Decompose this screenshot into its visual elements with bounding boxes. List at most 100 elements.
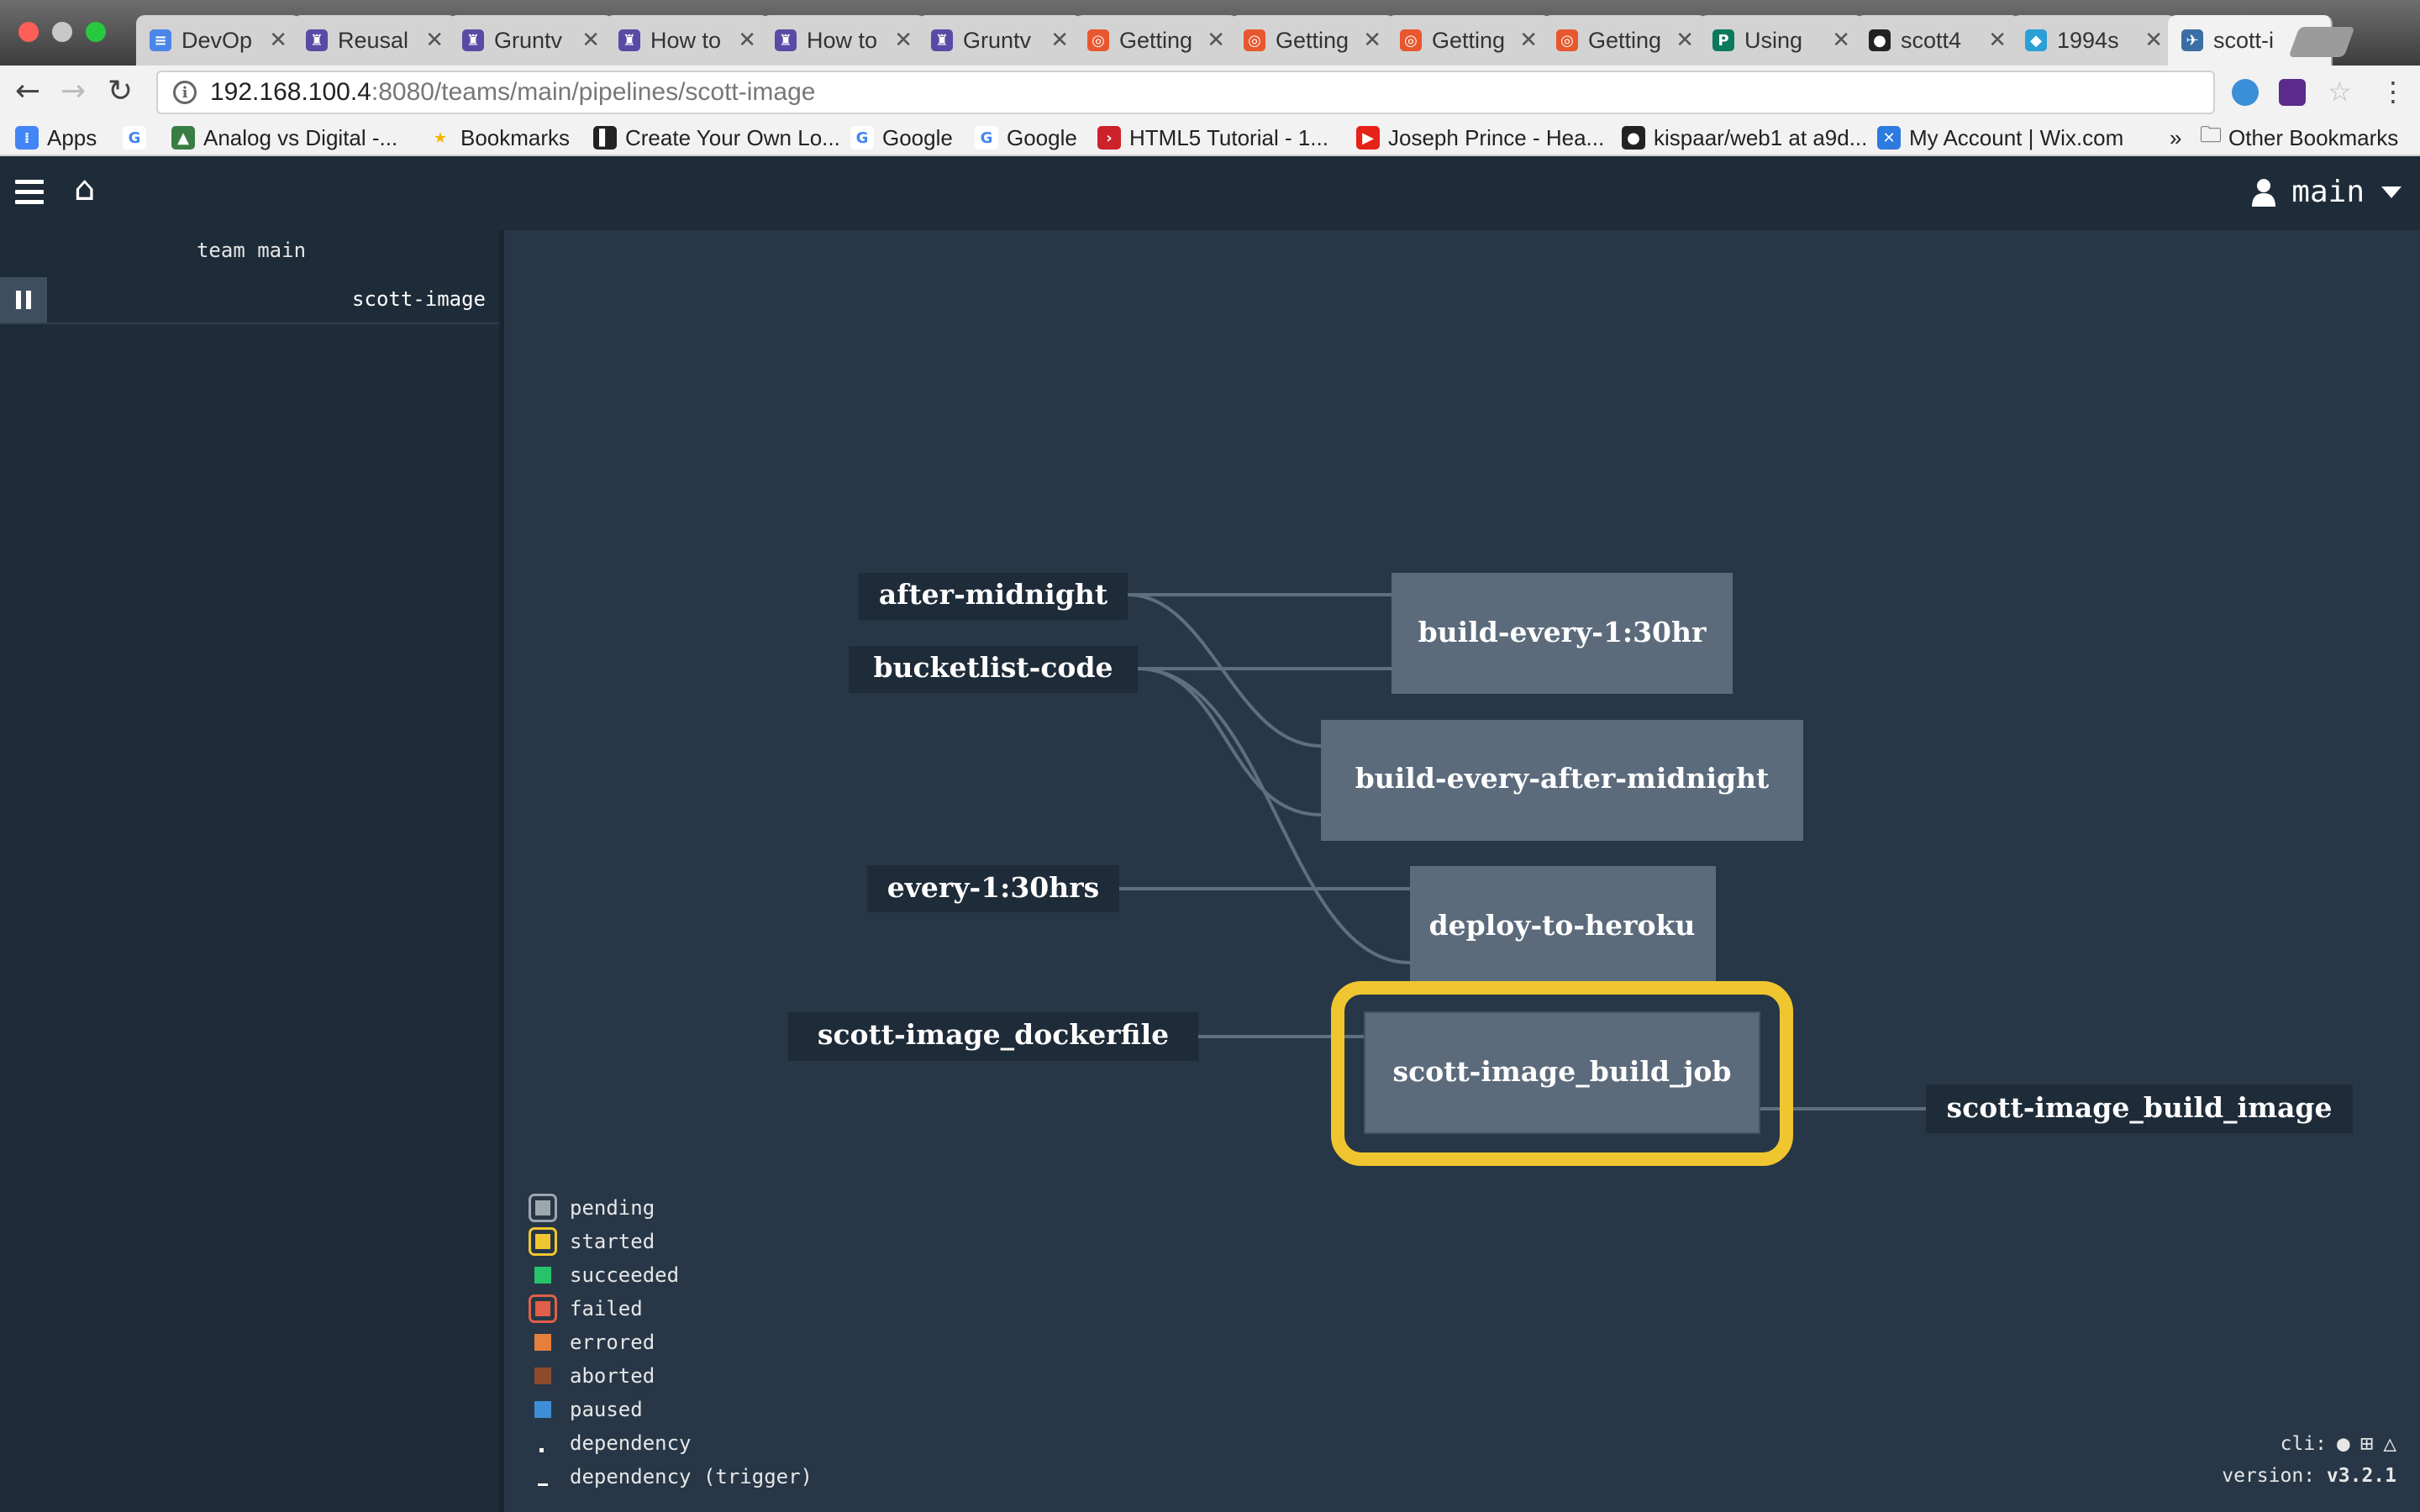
sidebar-divider	[499, 230, 504, 1512]
user-menu[interactable]: main	[2251, 175, 2402, 209]
chevron-down-icon	[2381, 186, 2402, 198]
legend-label: errored	[570, 1331, 655, 1354]
tab-8[interactable]: ◎ Getting ✕	[1386, 15, 1551, 66]
resource-scott-image-build-image[interactable]: scott-image_build_image	[1926, 1084, 2353, 1133]
tab-4[interactable]: ♜ How to ✕	[761, 15, 926, 66]
tab-close-icon[interactable]: ✕	[894, 28, 913, 53]
resource-label: scott-image_build_image	[1947, 1091, 2333, 1124]
other-bookmarks-folder[interactable]: 🗀 Other Bookmarks	[2200, 121, 2398, 155]
legend-label: succeeded	[570, 1263, 680, 1287]
tab-close-icon[interactable]: ✕	[1519, 28, 1538, 53]
close-window-button[interactable]	[18, 22, 39, 42]
windows-icon[interactable]: ⊞	[2360, 1431, 2374, 1457]
bookmark-item[interactable]: ● kispaar/web1 at a9d...	[1622, 121, 1867, 155]
tab-close-icon[interactable]: ✕	[1207, 28, 1225, 53]
legend-label: failed	[570, 1297, 643, 1320]
bookmark-item[interactable]: › HTML5 Tutorial - 1...	[1097, 121, 1328, 155]
tab-close-icon[interactable]: ✕	[1988, 28, 2007, 53]
star-icon[interactable]: ☆	[2328, 76, 2352, 108]
hamburger-icon[interactable]	[15, 180, 44, 205]
bookmarks-overflow-button[interactable]: »	[2170, 121, 2181, 155]
tab-close-icon[interactable]: ✕	[1363, 28, 1381, 53]
tab-close-icon[interactable]: ✕	[581, 28, 600, 53]
legend-swatch-icon	[526, 1426, 560, 1460]
reload-button[interactable]: ↻	[108, 74, 133, 108]
home-icon[interactable]: ⌂	[74, 170, 95, 208]
tab-3[interactable]: ♜ How to ✕	[605, 15, 770, 66]
extension-icon[interactable]	[2279, 79, 2306, 106]
tab-strip: ≡ DevOp ✕ ♜ Reusal ✕ ♜ Gruntv ✕ ♜ How to ✕ ♜ How to ✕ ♜…	[136, 15, 2405, 66]
job-scott-image-build-job[interactable]: scott-image_build_job	[1331, 981, 1793, 1166]
sidebar-item-scott-image[interactable]: scott-image	[0, 277, 502, 324]
bookmark-item[interactable]: ⁞ Apps	[15, 121, 97, 155]
bookmark-item[interactable]: G	[123, 121, 155, 155]
job-deploy-to-heroku[interactable]: deploy-to-heroku	[1410, 866, 1716, 987]
minimize-window-button[interactable]	[52, 22, 72, 42]
tab-favicon-icon: ●	[1869, 29, 1891, 51]
legend-item-errored: errored	[526, 1326, 655, 1359]
bookmark-item[interactable]: ✕ My Account | Wix.com	[1877, 121, 2123, 155]
back-button[interactable]: ←	[15, 74, 40, 108]
tab-11[interactable]: ● scott4 ✕	[1855, 15, 2020, 66]
legend-item-started: started	[526, 1225, 655, 1258]
pause-icon	[16, 291, 21, 309]
legend-label: pending	[570, 1196, 655, 1220]
tab-favicon-icon: P	[1712, 29, 1734, 51]
bookmark-item[interactable]: ★ Bookmarks	[429, 121, 570, 155]
bookmark-favicon-icon: ▲	[171, 126, 195, 150]
tab-close-icon[interactable]: ✕	[425, 28, 444, 53]
resource-scott-image-dockerfile[interactable]: scott-image_dockerfile	[788, 1012, 1198, 1061]
job-label: build-every-after-midnight	[1355, 762, 1770, 795]
legend-item-pending: pending	[526, 1191, 655, 1225]
tab-5[interactable]: ♜ Gruntv ✕	[918, 15, 1082, 66]
team-label: team main	[196, 239, 307, 262]
resource-bucketlist-code[interactable]: bucketlist-code	[849, 646, 1138, 693]
maximize-window-button[interactable]	[86, 22, 106, 42]
job-build-every-after-midnight[interactable]: build-every-after-midnight	[1321, 720, 1803, 841]
bookmark-item[interactable]: ▌ Create Your Own Lo...	[593, 121, 840, 155]
linux-icon[interactable]: △	[2383, 1431, 2396, 1457]
resource-every-1-30hrs[interactable]: every-1:30hrs	[867, 865, 1119, 912]
user-icon	[2252, 178, 2276, 207]
tab-close-icon[interactable]: ✕	[738, 28, 756, 53]
tab-title: DevOp	[182, 27, 253, 53]
address-bar[interactable]: i 192.168.100.4:8080/teams/main/pipeline…	[156, 71, 2215, 114]
job-build-every-1-30hr[interactable]: build-every-1:30hr	[1392, 573, 1733, 694]
extension-icon[interactable]	[2232, 79, 2259, 106]
tab-7[interactable]: ◎ Getting ✕	[1230, 15, 1395, 66]
browser-titlebar: ≡ DevOp ✕ ♜ Reusal ✕ ♜ Gruntv ✕ ♜ How to ✕ ♜ How to ✕ ♜…	[0, 0, 2420, 66]
bookmark-item[interactable]: G Google	[975, 121, 1077, 155]
bookmark-item[interactable]: ▲ Analog vs Digital -...	[171, 121, 397, 155]
sidebar: team main scott-image	[0, 230, 502, 1512]
cli-label: cli:	[2280, 1433, 2328, 1455]
resource-after-midnight[interactable]: after-midnight	[859, 573, 1128, 620]
tab-12[interactable]: ◆ 1994s ✕	[2012, 15, 2176, 66]
tab-6[interactable]: ◎ Getting ✕	[1074, 15, 1239, 66]
tab-9[interactable]: ◎ Getting ✕	[1543, 15, 1707, 66]
tab-close-icon[interactable]: ✕	[269, 28, 287, 53]
tab-10[interactable]: P Using ✕	[1699, 15, 1864, 66]
bookmark-item[interactable]: ▶ Joseph Prince - Hea...	[1356, 121, 1604, 155]
sidebar-pipeline-name: scott-image	[352, 287, 486, 311]
job-label: deploy-to-heroku	[1429, 909, 1696, 942]
browser-menu-icon[interactable]: ⋮	[2380, 76, 2407, 108]
tab-close-icon[interactable]: ✕	[1832, 28, 1850, 53]
bookmark-item[interactable]: G Google	[850, 121, 953, 155]
resource-label: after-midnight	[879, 578, 1108, 611]
pause-pipeline-button[interactable]	[0, 277, 47, 323]
resource-label: scott-image_dockerfile	[818, 1018, 1169, 1051]
legend-swatch-icon	[526, 1460, 560, 1494]
apple-icon[interactable]: ●	[2337, 1431, 2350, 1457]
new-tab-button[interactable]	[2288, 27, 2355, 57]
tab-close-icon[interactable]: ✕	[2144, 28, 2163, 53]
tab-2[interactable]: ♜ Gruntv ✕	[449, 15, 613, 66]
bookmark-label: kispaar/web1 at a9d...	[1654, 124, 1868, 150]
tab-0[interactable]: ≡ DevOp ✕	[136, 15, 301, 66]
forward-button[interactable]: →	[60, 74, 86, 108]
tab-1[interactable]: ♜ Reusal ✕	[292, 15, 457, 66]
tab-title: Getting	[1276, 27, 1349, 53]
tab-close-icon[interactable]: ✕	[1050, 28, 1069, 53]
site-info-icon[interactable]: i	[173, 81, 197, 104]
tab-close-icon[interactable]: ✕	[1676, 28, 1694, 53]
bookmark-label: Google	[882, 124, 953, 150]
